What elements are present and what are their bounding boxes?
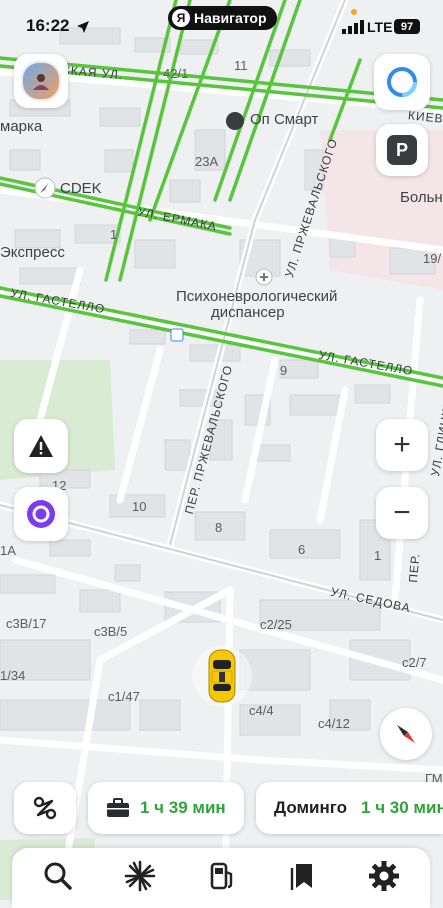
- signal-icon: [342, 20, 364, 34]
- house-number: 9: [280, 363, 288, 378]
- app-name: Навигатор: [194, 10, 267, 26]
- car-icon: [208, 649, 236, 703]
- recording-dot-icon: [351, 9, 357, 15]
- poi-dispanser-line1[interactable]: Психоневрологический: [176, 288, 337, 305]
- home-route-time: 1 ч 30 мин: [361, 798, 443, 817]
- tab-bookmarks[interactable]: [282, 856, 322, 896]
- compass-icon: [397, 725, 415, 743]
- assistant-shortcut-button[interactable]: [374, 54, 430, 110]
- house-number: 11: [234, 58, 248, 73]
- house-number: 8: [215, 520, 223, 535]
- house-number: 10: [132, 499, 147, 514]
- avatar: [21, 61, 61, 101]
- tab-settings[interactable]: [364, 856, 404, 896]
- app-badge[interactable]: Я Навигатор: [168, 6, 277, 30]
- zoom-in-button[interactable]: +: [376, 419, 428, 471]
- navigator-icon: [124, 860, 156, 892]
- house-number: 19/: [423, 251, 442, 266]
- house-number: 1: [374, 548, 382, 563]
- house-number: с4/4: [249, 703, 274, 718]
- battery-indicator: 97: [394, 19, 420, 34]
- bookmarks-icon: [290, 864, 312, 890]
- house-number: с3В/5: [94, 624, 128, 639]
- briefcase-icon: [107, 798, 129, 817]
- alice-icon: [27, 500, 55, 528]
- user-icon: [33, 74, 49, 90]
- alice-button[interactable]: [14, 487, 68, 541]
- house-number: с4/12: [318, 716, 350, 731]
- car-position-marker: [192, 646, 252, 706]
- parking-button[interactable]: P: [376, 124, 428, 176]
- poi-dispanser-line2[interactable]: диспансер: [211, 304, 285, 321]
- bottom-tab-bar: [12, 848, 430, 908]
- tab-navigator[interactable]: [120, 856, 160, 896]
- house-number: с2/25: [260, 617, 292, 632]
- work-route-time: 1 ч 39 мин: [140, 798, 226, 817]
- yandex-logo: Я: [172, 9, 190, 27]
- parking-icon: P: [387, 135, 417, 165]
- compass-button[interactable]: [380, 708, 432, 760]
- tab-gas-stations[interactable]: [202, 856, 242, 896]
- route-icon: [33, 796, 57, 820]
- home-route-name: Доминго: [274, 798, 348, 817]
- house-number: с3В/17: [6, 616, 47, 631]
- house-number: 1/34: [0, 668, 26, 683]
- gear-icon: [369, 861, 399, 891]
- poi-bolni[interactable]: Больн: [400, 189, 443, 206]
- zoom-out-button[interactable]: −: [376, 487, 428, 539]
- house-number: с2/7: [402, 655, 427, 670]
- road-events-button[interactable]: [14, 419, 68, 473]
- poi-marka[interactable]: марка: [0, 118, 42, 135]
- house-number: 42/1: [163, 66, 189, 81]
- tab-search[interactable]: [38, 856, 78, 896]
- house-number: 1А: [0, 543, 16, 558]
- network-type: LTE: [367, 19, 393, 35]
- poi-on-smart[interactable]: Оп Смарт: [250, 111, 318, 128]
- poi-express[interactable]: Экспресс: [0, 244, 65, 261]
- route-to-work-button[interactable]: 1 ч 39 мин: [88, 782, 244, 834]
- gas-station-icon: [210, 862, 233, 890]
- alice-circle-icon: [387, 67, 417, 97]
- house-number: 23А: [195, 154, 219, 169]
- house-number: 6: [298, 542, 306, 557]
- warning-icon: [29, 435, 53, 457]
- profile-button[interactable]: [14, 54, 68, 108]
- house-number: с1/47: [108, 689, 140, 704]
- route-button[interactable]: [14, 782, 76, 834]
- house-number: 1: [110, 227, 118, 242]
- status-time: 16:22: [26, 16, 70, 35]
- search-icon: [44, 862, 72, 890]
- street-label-per-right: ПЕР.: [406, 552, 423, 584]
- location-arrow-icon: [77, 21, 89, 33]
- status-bar: 16:22 Я Навигатор LTE 97: [0, 0, 443, 48]
- poi-cdek[interactable]: CDEK: [60, 180, 102, 197]
- route-to-home-button[interactable]: Доминго 1 ч 30 мин: [256, 782, 443, 834]
